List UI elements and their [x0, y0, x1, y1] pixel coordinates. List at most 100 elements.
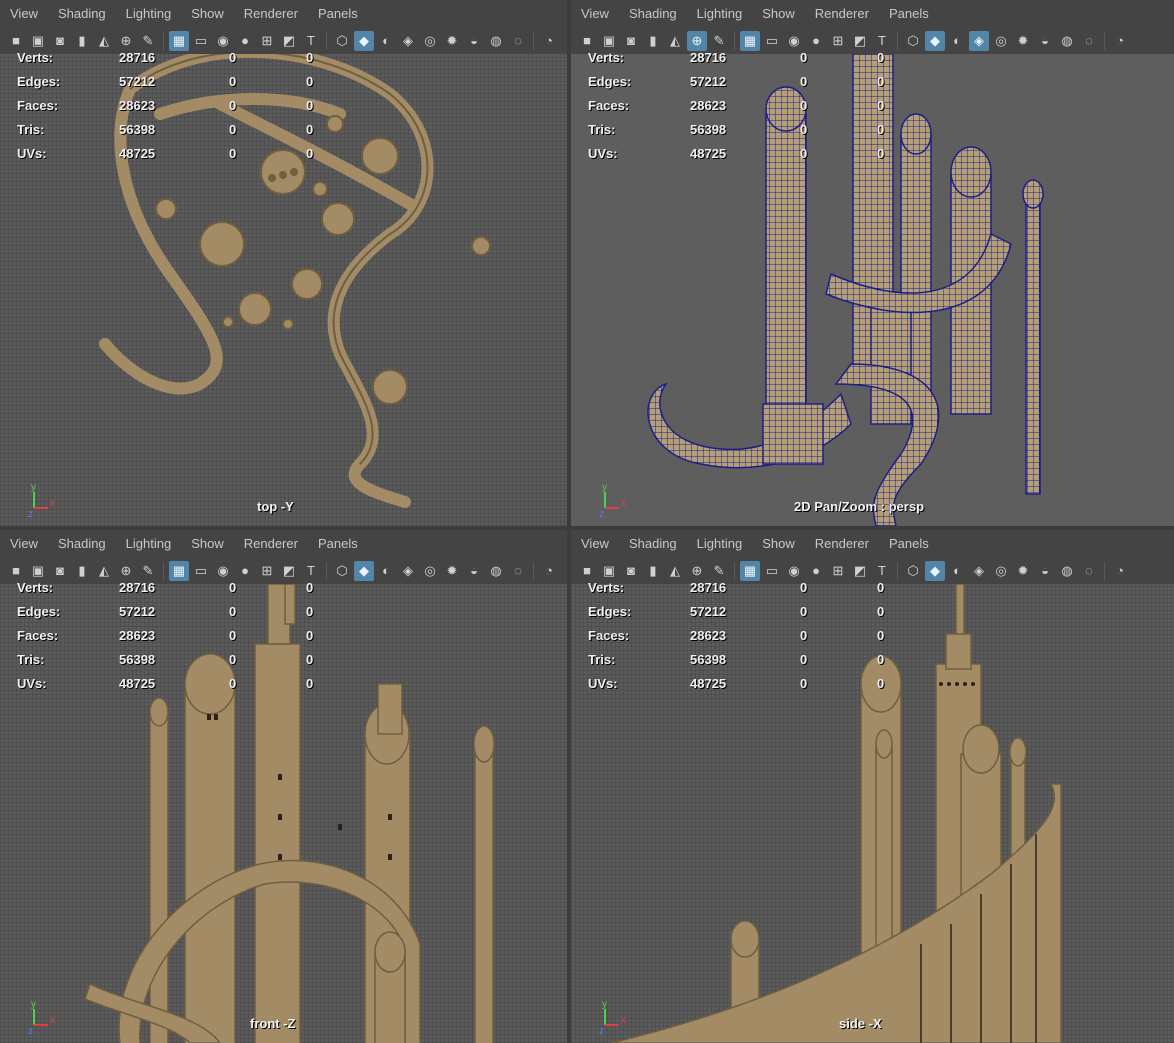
menu-panels[interactable]: Panels	[889, 6, 929, 21]
image-plane-icon[interactable]: ◭	[94, 561, 114, 581]
smooth-shade-icon[interactable]: ◆	[354, 560, 374, 581]
2d-pan-zoom-icon[interactable]: ⊕	[116, 561, 136, 581]
menu-panels[interactable]: Panels	[889, 536, 929, 551]
menu-view[interactable]: View	[581, 6, 609, 21]
gate-mask-icon[interactable]: ●	[235, 561, 255, 581]
motion-blur-icon[interactable]: ◌	[508, 31, 528, 51]
anti-aliasing-icon[interactable]: ◔	[1110, 31, 1130, 51]
motion-blur-icon[interactable]: ◌	[1079, 31, 1099, 51]
motion-blur-icon[interactable]: ◌	[1079, 561, 1099, 581]
safe-action-icon[interactable]: ◩	[279, 31, 299, 51]
menu-lighting[interactable]: Lighting	[126, 536, 172, 551]
wireframe-on-shaded-icon[interactable]: ◈	[969, 561, 989, 581]
viewport-persp[interactable]: View Shading Lighting Show Renderer Pane…	[571, 0, 1174, 526]
shadows-icon[interactable]: ◒	[464, 31, 484, 51]
smooth-shade-icon[interactable]: ◆	[925, 560, 945, 581]
safe-title-icon[interactable]: T	[872, 561, 892, 581]
menu-shading[interactable]: Shading	[629, 6, 677, 21]
anti-aliasing-icon[interactable]: ◔	[1110, 561, 1130, 581]
use-all-lights-icon[interactable]: ✹	[1013, 31, 1033, 51]
bookmark-camera-icon[interactable]: ◙	[50, 561, 70, 581]
menu-renderer[interactable]: Renderer	[244, 536, 298, 551]
viewport-side[interactable]: View Shading Lighting Show Renderer Pane…	[571, 530, 1174, 1043]
wireframe-on-shaded-icon[interactable]: ◈	[398, 31, 418, 51]
safe-action-icon[interactable]: ◩	[279, 561, 299, 581]
wireframe-icon[interactable]: ⬡	[332, 561, 352, 581]
safe-title-icon[interactable]: T	[301, 31, 321, 51]
use-all-lights-icon[interactable]: ✹	[442, 561, 462, 581]
field-chart-icon[interactable]: ⊞	[828, 31, 848, 51]
xray-icon[interactable]: ◎	[991, 31, 1011, 51]
xray-icon[interactable]: ◎	[420, 31, 440, 51]
menu-renderer[interactable]: Renderer	[815, 536, 869, 551]
screen-space-ao-icon[interactable]: ◍	[1057, 31, 1077, 51]
smooth-shade-icon[interactable]: ◆	[925, 30, 945, 51]
bookmark-icon[interactable]: ▮	[72, 561, 92, 581]
menu-shading[interactable]: Shading	[629, 536, 677, 551]
motion-blur-icon[interactable]: ◌	[508, 561, 528, 581]
grease-pencil-icon[interactable]: ✎	[709, 561, 729, 581]
gate-mask-icon[interactable]: ●	[806, 31, 826, 51]
2d-pan-zoom-icon[interactable]: ⊕	[687, 561, 707, 581]
safe-action-icon[interactable]: ◩	[850, 31, 870, 51]
menu-show[interactable]: Show	[762, 536, 795, 551]
resolution-gate-icon[interactable]: ◉	[213, 31, 233, 51]
field-chart-icon[interactable]: ⊞	[257, 31, 277, 51]
camera-icon[interactable]: ■	[577, 561, 597, 581]
film-gate-icon[interactable]: ▭	[191, 31, 211, 51]
menu-renderer[interactable]: Renderer	[815, 6, 869, 21]
xray-icon[interactable]: ◎	[991, 561, 1011, 581]
camera-icon[interactable]: ■	[6, 31, 26, 51]
menu-panels[interactable]: Panels	[318, 536, 358, 551]
bookmark-icon[interactable]: ▮	[643, 31, 663, 51]
bookmark-icon[interactable]: ▮	[72, 31, 92, 51]
camera-attr-icon[interactable]: ▣	[599, 561, 619, 581]
field-chart-icon[interactable]: ⊞	[257, 561, 277, 581]
bookmark-camera-icon[interactable]: ◙	[621, 561, 641, 581]
wireframe-on-shaded-icon[interactable]: ◈	[398, 561, 418, 581]
resolution-gate-icon[interactable]: ◉	[213, 561, 233, 581]
wireframe-icon[interactable]: ⬡	[903, 561, 923, 581]
anti-aliasing-icon[interactable]: ◔	[539, 561, 559, 581]
grid-icon[interactable]: ▦	[169, 560, 189, 581]
resolution-gate-icon[interactable]: ◉	[784, 31, 804, 51]
viewport-top[interactable]: View Shading Lighting Show Renderer Pane…	[0, 0, 567, 526]
xray-icon[interactable]: ◎	[420, 561, 440, 581]
2d-pan-zoom-icon[interactable]: ⊕	[116, 31, 136, 51]
default-material-icon[interactable]: ◐	[376, 561, 396, 581]
camera-attr-icon[interactable]: ▣	[28, 561, 48, 581]
gate-mask-icon[interactable]: ●	[235, 31, 255, 51]
grid-icon[interactable]: ▦	[740, 30, 760, 51]
screen-space-ao-icon[interactable]: ◍	[486, 31, 506, 51]
bookmark-icon[interactable]: ▮	[643, 561, 663, 581]
shadows-icon[interactable]: ◒	[1035, 31, 1055, 51]
menu-renderer[interactable]: Renderer	[244, 6, 298, 21]
menu-lighting[interactable]: Lighting	[697, 6, 743, 21]
safe-title-icon[interactable]: T	[872, 31, 892, 51]
wireframe-icon[interactable]: ⬡	[903, 31, 923, 51]
film-gate-icon[interactable]: ▭	[762, 561, 782, 581]
anti-aliasing-icon[interactable]: ◔	[539, 31, 559, 51]
wireframe-on-shaded-icon[interactable]: ◈	[969, 30, 989, 51]
safe-action-icon[interactable]: ◩	[850, 561, 870, 581]
camera-attr-icon[interactable]: ▣	[599, 31, 619, 51]
bookmark-camera-icon[interactable]: ◙	[50, 31, 70, 51]
screen-space-ao-icon[interactable]: ◍	[486, 561, 506, 581]
wireframe-icon[interactable]: ⬡	[332, 31, 352, 51]
menu-show[interactable]: Show	[191, 6, 224, 21]
menu-view[interactable]: View	[10, 6, 38, 21]
menu-view[interactable]: View	[581, 536, 609, 551]
pane-divider[interactable]	[0, 526, 1174, 530]
viewport-front[interactable]: View Shading Lighting Show Renderer Pane…	[0, 530, 567, 1043]
resolution-gate-icon[interactable]: ◉	[784, 561, 804, 581]
camera-attr-icon[interactable]: ▣	[28, 31, 48, 51]
default-material-icon[interactable]: ◐	[947, 561, 967, 581]
film-gate-icon[interactable]: ▭	[191, 561, 211, 581]
camera-icon[interactable]: ■	[577, 31, 597, 51]
menu-lighting[interactable]: Lighting	[126, 6, 172, 21]
field-chart-icon[interactable]: ⊞	[828, 561, 848, 581]
2d-pan-zoom-icon[interactable]: ⊕	[687, 30, 707, 51]
screen-space-ao-icon[interactable]: ◍	[1057, 561, 1077, 581]
grease-pencil-icon[interactable]: ✎	[709, 31, 729, 51]
image-plane-icon[interactable]: ◭	[94, 31, 114, 51]
